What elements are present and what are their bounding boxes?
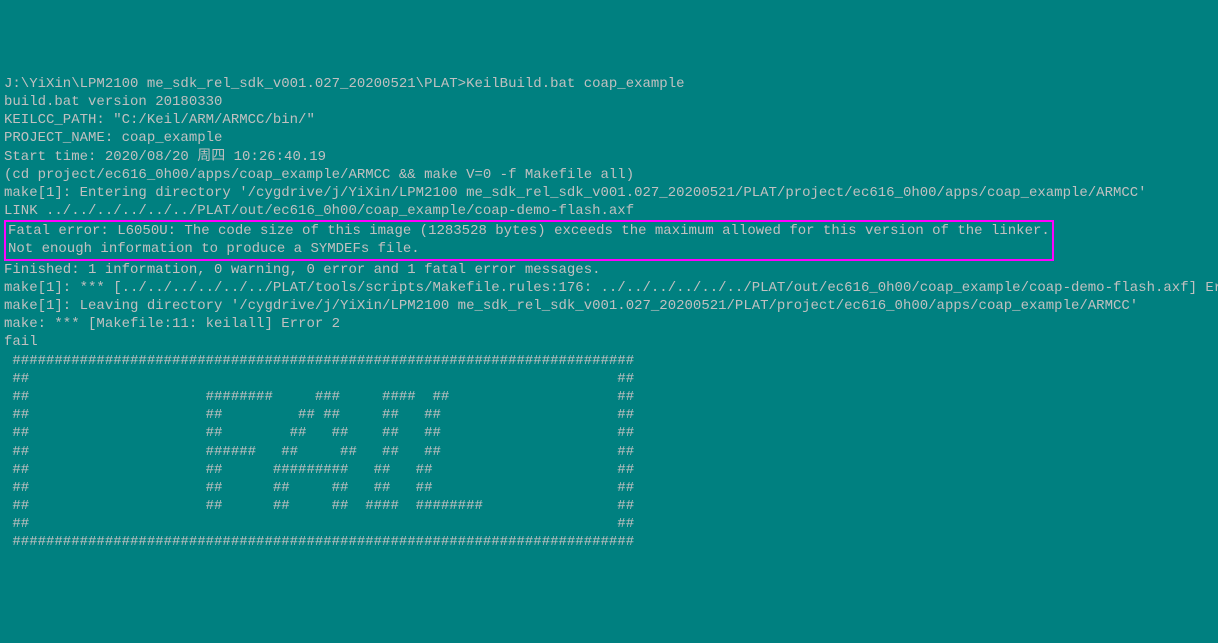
error-highlight-box: Fatal error: L6050U: The code size of th… (4, 220, 1054, 260)
ascii-art-line: ## ###### ## ## ## ## ## (4, 443, 1214, 461)
ascii-art-line: ## ## ## ## #### ######## ## (4, 497, 1214, 515)
error-line: Fatal error: L6050U: The code size of th… (8, 222, 1050, 240)
ascii-art-line: ## ## ######### ## ## ## (4, 461, 1214, 479)
ascii-art-line: ########################################… (4, 352, 1214, 370)
error-line: Not enough information to produce a SYMD… (8, 240, 1050, 258)
terminal-output: J:\YiXin\LPM2100 me_sdk_rel_sdk_v001.027… (4, 75, 1214, 552)
terminal-line: LINK ../../../../../../PLAT/out/ec616_0h… (4, 202, 1214, 220)
ascii-art-line: ########################################… (4, 533, 1214, 551)
terminal-line: PROJECT_NAME: coap_example (4, 129, 1214, 147)
terminal-line: Finished: 1 information, 0 warning, 0 er… (4, 261, 1214, 279)
ascii-art-line: ## ## (4, 515, 1214, 533)
terminal-line: fail (4, 333, 1214, 351)
terminal-line: make[1]: Entering directory '/cygdrive/j… (4, 184, 1214, 202)
ascii-art-line: ## ## ## ## ## ## ## (4, 424, 1214, 442)
ascii-art-line: ## ## ## ## ## ## ## (4, 406, 1214, 424)
terminal-line: build.bat version 20180330 (4, 93, 1214, 111)
ascii-art-line: ## ## ## ## ## ## ## (4, 479, 1214, 497)
terminal-line: Start time: 2020/08/20 周四 10:26:40.19 (4, 148, 1214, 166)
terminal-line: make: *** [Makefile:11: keilall] Error 2 (4, 315, 1214, 333)
terminal-line: make[1]: *** [../../../../../../PLAT/too… (4, 279, 1214, 297)
terminal-line: J:\YiXin\LPM2100 me_sdk_rel_sdk_v001.027… (4, 75, 1214, 93)
terminal-line: KEILCC_PATH: "C:/Keil/ARM/ARMCC/bin/" (4, 111, 1214, 129)
terminal-line: (cd project/ec616_0h00/apps/coap_example… (4, 166, 1214, 184)
ascii-art-line: ## ######## ### #### ## ## (4, 388, 1214, 406)
ascii-art-line: ## ## (4, 370, 1214, 388)
terminal-line: make[1]: Leaving directory '/cygdrive/j/… (4, 297, 1214, 315)
